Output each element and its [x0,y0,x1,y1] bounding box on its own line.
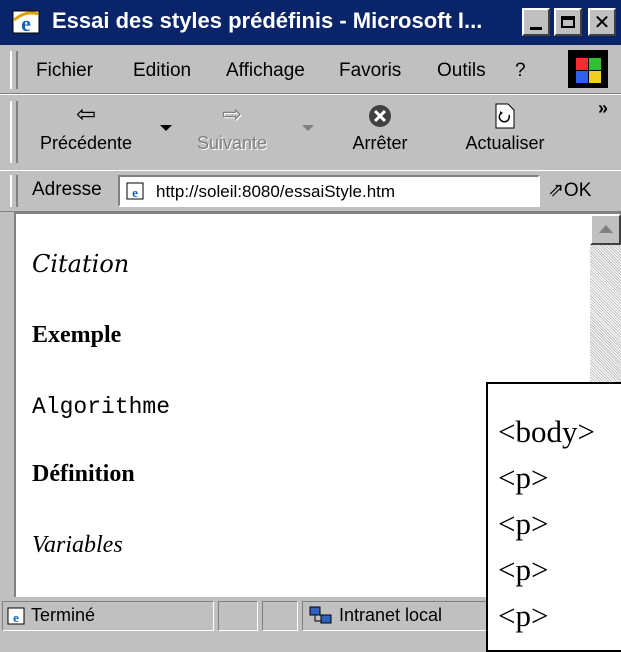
toolbar-grip[interactable] [10,101,18,163]
maximize-button[interactable] [554,8,582,36]
menu-edition[interactable]: Edition [133,60,191,82]
overlay-line-body: <body> [498,414,595,449]
citation-text: Citation [32,250,130,278]
refresh-label: Actualiser [465,133,545,153]
status-text: Terminé [31,605,96,625]
toolbar: ⇦ Précédente ⇨ Suivante Arrêter Actualis… [0,94,621,171]
back-arrow-icon: ⇦ [75,101,97,128]
status-main-panel: e Terminé [2,601,214,631]
menu-fichier[interactable]: Fichier [36,60,93,82]
back-button[interactable]: ⇦ Précédente [26,95,146,154]
go-button[interactable]: ⇗OK [548,179,591,202]
minimize-icon [530,27,542,30]
status-panel-2 [218,601,258,631]
maximize-icon [561,16,575,28]
code-overlay: <body> <p> <p> <p> <p> [486,382,621,652]
toolbar-more-button[interactable]: » [598,98,608,119]
scroll-up-button[interactable] [590,214,621,245]
page-icon: e [126,182,144,200]
stop-button[interactable]: Arrêter [330,95,430,154]
menu-help[interactable]: ? [515,60,526,82]
svg-text:e: e [13,610,19,625]
forward-label: Suivante [196,133,268,153]
page-icon: e [7,607,25,625]
address-label: Adresse [32,179,102,200]
forward-dropdown-icon[interactable] [302,125,314,131]
exemple-text: Exemple [32,322,122,348]
close-button[interactable]: ✕ [588,8,616,36]
ie-icon: e [12,10,40,36]
address-bar: Adresse e http://soleil:8080/essaiStyle.… [0,170,621,212]
minimize-button[interactable] [522,8,550,36]
menu-bar: Fichier Edition Affichage Favoris Outils… [0,45,621,94]
stop-icon [330,101,430,129]
menu-grip[interactable] [10,51,18,89]
go-arrow-icon: ⇗ [548,180,564,201]
status-panel-3 [262,601,298,631]
windows-logo-icon [568,50,608,88]
address-url: http://soleil:8080/essaiStyle.htm [156,182,396,201]
forward-button[interactable]: ⇨ Suivante [182,95,282,154]
stop-label: Arrêter [352,133,408,153]
overlay-line-p4: <p> [498,598,549,633]
address-input[interactable]: e http://soleil:8080/essaiStyle.htm [118,175,540,207]
back-label: Précédente [39,133,133,153]
status-zone-panel: Intranet local [302,601,502,631]
menu-outils[interactable]: Outils [437,60,486,82]
variables-text: Variables [32,532,123,558]
window-title: Essai des styles prédéfinis - Microsoft … [52,8,483,33]
go-label: OK [563,180,592,201]
title-bar: e Essai des styles prédéfinis - Microsof… [0,0,621,45]
algorithme-text: Algorithme [32,394,171,420]
overlay-line-p3: <p> [498,552,549,587]
forward-arrow-icon: ⇨ [221,101,243,128]
overlay-line-p1: <p> [498,460,549,495]
back-dropdown-icon[interactable] [160,125,172,131]
close-icon: ✕ [593,10,611,34]
refresh-button[interactable]: Actualiser [450,95,560,154]
menu-favoris[interactable]: Favoris [339,60,401,82]
definition-text: Définition [32,461,135,487]
menu-affichage[interactable]: Affichage [226,60,305,82]
status-zone: Intranet local [339,605,443,625]
svg-text:e: e [132,185,138,200]
intranet-icon [309,606,332,624]
refresh-icon [450,101,560,129]
overlay-line-p2: <p> [498,506,549,541]
address-grip[interactable] [10,175,18,207]
